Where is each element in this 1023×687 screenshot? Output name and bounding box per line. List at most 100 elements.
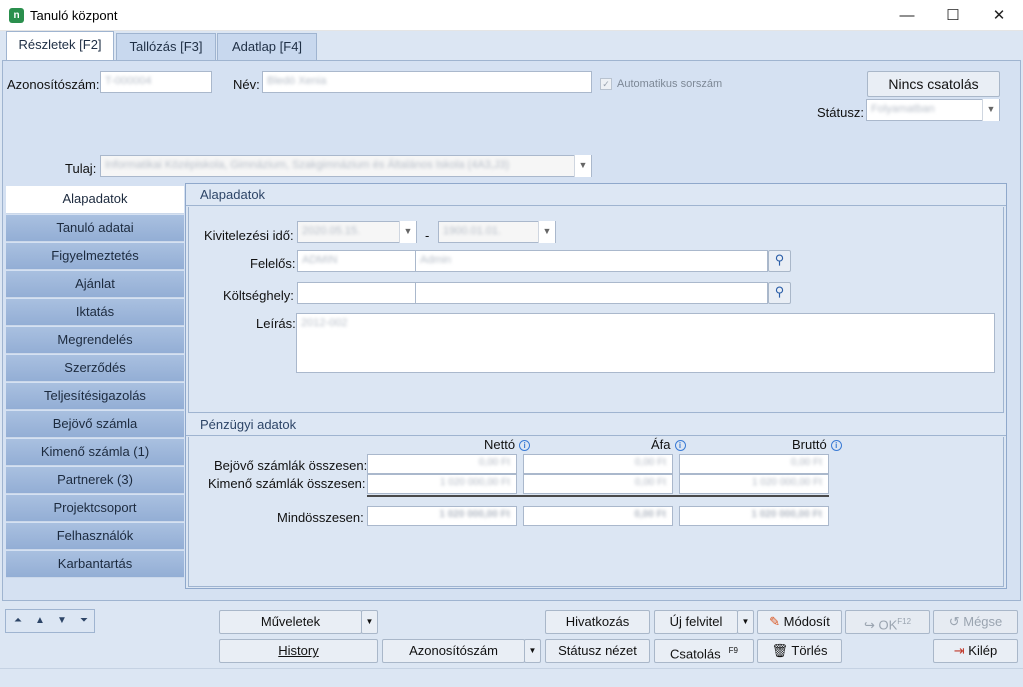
basic-data-header: Alapadatok xyxy=(186,184,1006,206)
incoming-net-value: 0,00 Ft xyxy=(367,454,517,474)
responsible-name-value: Admin xyxy=(420,254,452,266)
nav-partners[interactable]: Partnerek (3) xyxy=(6,467,184,494)
modify-button[interactable]: ✎ Módosít xyxy=(757,610,842,634)
undo-arrow-icon: ↪ xyxy=(863,617,875,633)
outgoing-gross-text: 1 020 000,00 Ft xyxy=(751,477,822,488)
nav-student-data[interactable]: Tanuló adatai xyxy=(6,215,184,242)
net-info-icon[interactable]: i xyxy=(519,440,531,452)
cancel-button[interactable]: ↺ Mégse xyxy=(933,610,1018,634)
id-number-dropdown-icon[interactable]: ▼ xyxy=(524,639,541,663)
period-label: Kivitelezési idő: xyxy=(204,228,294,243)
vat-info-icon[interactable]: i xyxy=(674,440,686,452)
nav-project-group[interactable]: Projektcsoport xyxy=(6,495,184,522)
maximize-button[interactable]: ☐ xyxy=(930,0,976,31)
ok-label: OK xyxy=(878,617,898,633)
outgoing-total-label: Kimenő számlák összesen: xyxy=(208,476,366,491)
nav-basic-data[interactable]: Alapadatok xyxy=(6,186,184,214)
incoming-vat-text: 0,00 Ft xyxy=(634,457,666,468)
id-label: Azonosítószám: xyxy=(7,77,100,92)
history-button[interactable]: History xyxy=(219,639,378,663)
net-column-label: Nettó xyxy=(484,437,516,452)
close-button[interactable]: ✕ xyxy=(976,0,1022,31)
outgoing-net-value: 1 020 000,00 Ft xyxy=(367,474,517,494)
nav-maintenance[interactable]: Karbantartás xyxy=(6,551,184,578)
period-from-dropdown-icon[interactable]: ▼ xyxy=(399,221,416,243)
tab-details[interactable]: Részletek [F2] xyxy=(6,31,114,61)
outgoing-vat-text: 0,00 Ft xyxy=(634,477,666,488)
last-record-icon[interactable]: ⏷ xyxy=(74,613,94,629)
auto-number-checkbox[interactable]: ✓ xyxy=(600,78,612,90)
status-value: Folyamatban xyxy=(871,103,935,115)
responsible-code-value: ADMIN xyxy=(302,254,338,266)
new-record-dropdown-icon[interactable]: ▼ xyxy=(737,610,754,634)
tab-browse[interactable]: Tallózás [F3] xyxy=(116,33,216,60)
gross-column-label: Bruttó xyxy=(792,437,827,452)
first-record-icon[interactable]: ⏶ xyxy=(8,613,28,629)
ok-shortcut: F12 xyxy=(897,617,912,626)
incoming-total-label: Bejövő számlák összesen: xyxy=(214,458,368,473)
pencil-icon: ✎ xyxy=(769,614,781,629)
total-net-value: 1 020 000,00 Ft xyxy=(367,506,517,526)
incoming-gross-value: 0,00 Ft xyxy=(679,454,829,474)
responsible-code-field[interactable]: ADMIN xyxy=(297,250,416,272)
vat-column-label: Áfa xyxy=(651,437,671,452)
total-vat-value: 0,00 Ft xyxy=(523,506,673,526)
minimize-button[interactable]: — xyxy=(884,0,930,31)
nav-completion-cert[interactable]: Teljesítésigazolás xyxy=(6,383,184,410)
previous-record-icon[interactable]: ▲ xyxy=(30,613,50,629)
name-value: Bledó Xenia xyxy=(267,75,327,87)
nav-contract[interactable]: Szerződés xyxy=(6,355,184,382)
nav-warning[interactable]: Figyelmeztetés xyxy=(6,243,184,270)
incoming-vat-value: 0,00 Ft xyxy=(523,454,673,474)
exit-label: Kilép xyxy=(968,643,998,658)
total-gross-text: 1 020 000,00 Ft xyxy=(751,509,822,520)
exit-button[interactable]: ⇥ Kilép xyxy=(933,639,1018,663)
nav-incoming-invoice[interactable]: Bejövő számla xyxy=(6,411,184,438)
gross-column-header: Bruttó i xyxy=(792,437,842,452)
new-record-button[interactable]: Új felvitel xyxy=(654,610,738,634)
attachment-button[interactable]: Nincs csatolás xyxy=(867,71,1000,97)
responsible-name-field[interactable]: Admin xyxy=(415,250,768,272)
attach-label: Csatolás xyxy=(670,646,721,662)
incoming-gross-text: 0,00 Ft xyxy=(790,457,822,468)
undo-icon: ↺ xyxy=(948,614,960,629)
actions-dropdown-icon[interactable]: ▼ xyxy=(361,610,378,634)
cost-center-search-icon[interactable]: ⚲ xyxy=(768,282,791,304)
status-label: Státusz: xyxy=(817,105,864,120)
period-to-value: 1900.01.01. xyxy=(443,225,502,237)
cost-center-code-field[interactable] xyxy=(297,282,416,304)
nav-outgoing-invoice[interactable]: Kimenő számla (1) xyxy=(6,439,184,466)
ok-button[interactable]: ↪ OKF12 xyxy=(845,610,930,634)
owner-select[interactable]: Informatikai Középiskola, Gimnázium, Sza… xyxy=(100,155,592,177)
tab-datasheet[interactable]: Adatlap [F4] xyxy=(217,33,317,60)
nav-order[interactable]: Megrendelés xyxy=(6,327,184,354)
attach-button[interactable]: Csatolás F9 xyxy=(654,639,754,663)
reference-button[interactable]: Hivatkozás xyxy=(545,610,650,634)
description-textarea[interactable]: 2012-002 xyxy=(296,313,995,373)
detail-panel: Alapadatok Pénzügyi adatok xyxy=(185,183,1007,589)
status-select[interactable]: Folyamatban xyxy=(866,99,1000,121)
id-number-button[interactable]: Azonosítószám xyxy=(382,639,525,663)
cost-center-name-field[interactable] xyxy=(415,282,768,304)
status-dropdown-icon[interactable]: ▼ xyxy=(982,99,999,121)
name-field[interactable]: Bledó Xenia xyxy=(262,71,592,93)
nav-offer[interactable]: Ajánlat xyxy=(6,271,184,298)
actions-button[interactable]: Műveletek xyxy=(219,610,362,634)
delete-button[interactable]: 🗑 Törlés xyxy=(757,639,842,663)
responsible-search-icon[interactable]: ⚲ xyxy=(768,250,791,272)
gross-info-icon[interactable]: i xyxy=(830,440,842,452)
owner-dropdown-icon[interactable]: ▼ xyxy=(574,155,591,177)
outgoing-net-text: 1 020 000,00 Ft xyxy=(439,477,510,488)
status-bar xyxy=(0,668,1023,687)
nav-filing[interactable]: Iktatás xyxy=(6,299,184,326)
period-to-dropdown-icon[interactable]: ▼ xyxy=(538,221,555,243)
period-from-value: 2020.05.15. xyxy=(302,225,361,237)
next-record-icon[interactable]: ▼ xyxy=(52,613,72,629)
outgoing-vat-value: 0,00 Ft xyxy=(523,474,673,494)
status-view-button[interactable]: Státusz nézet xyxy=(545,639,650,663)
id-field[interactable]: T-000004 xyxy=(100,71,212,93)
description-label: Leírás: xyxy=(256,316,296,331)
sum-divider xyxy=(367,495,829,497)
nav-users[interactable]: Felhasználók xyxy=(6,523,184,550)
net-column-header: Nettó i xyxy=(484,437,531,452)
